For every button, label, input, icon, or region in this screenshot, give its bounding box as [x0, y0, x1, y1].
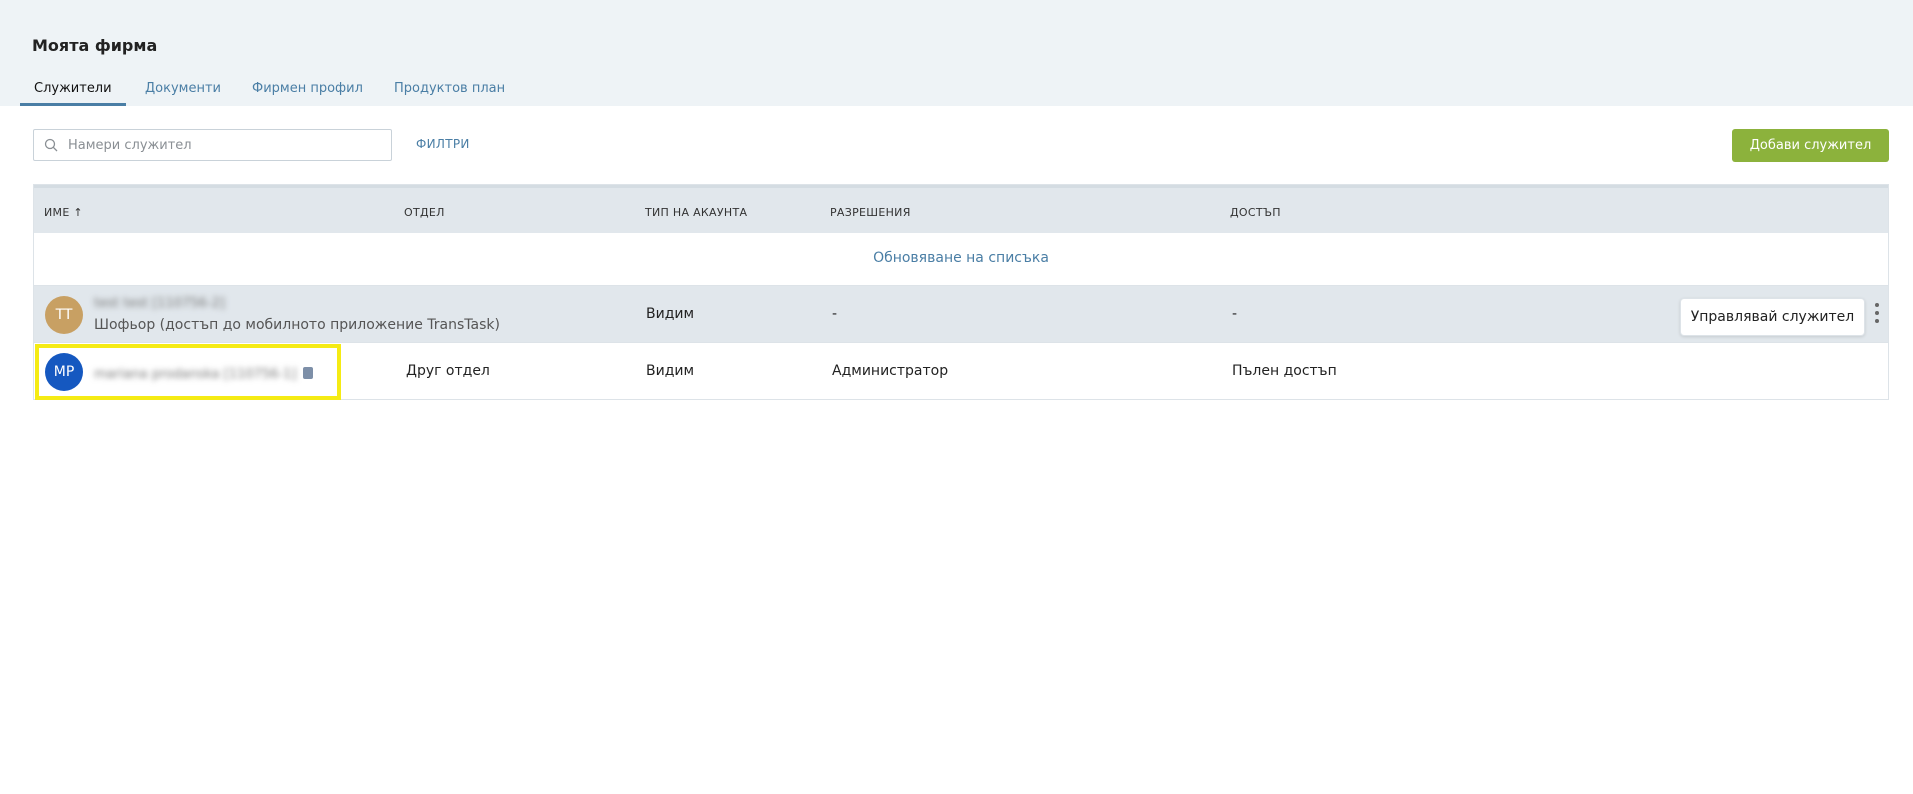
- permissions-cell: Администратор: [832, 363, 949, 379]
- add-employee-button[interactable]: Добави служител: [1732, 129, 1889, 162]
- search-input[interactable]: [68, 134, 383, 156]
- employee-name[interactable]: test test [110756-2]: [94, 296, 225, 311]
- department-cell: Друг отдел: [406, 363, 490, 379]
- refresh-row: Обновяване на списъка: [34, 233, 1888, 286]
- tab-documents[interactable]: Документи: [145, 78, 221, 106]
- search-icon: [44, 138, 58, 152]
- avatar: TT: [45, 296, 83, 334]
- employee-role: Шофьор (достъп до мобилното приложение T…: [94, 317, 500, 333]
- refresh-list-link[interactable]: Обновяване на списъка: [34, 250, 1888, 266]
- admin-badge-icon: [302, 367, 313, 379]
- table-row[interactable]: MP mariana prodanska [110756-1] Друг отд…: [34, 343, 1888, 400]
- table-row[interactable]: TT test test [110756-2] Шофьор (достъп д…: [34, 286, 1888, 343]
- access-cell: -: [1232, 306, 1238, 322]
- tab-company-profile[interactable]: Фирмен профил: [252, 78, 363, 106]
- employees-table: ИМЕ ↑ ОТДЕЛ ТИП НА АКАУНТА РАЗРЕШЕНИЯ ДО…: [33, 184, 1889, 400]
- table-header: ИМЕ ↑ ОТДЕЛ ТИП НА АКАУНТА РАЗРЕШЕНИЯ ДО…: [34, 185, 1888, 233]
- manage-employee-button[interactable]: Управлявай служител: [1680, 298, 1865, 336]
- column-header-access: ДОСТЪП: [1230, 206, 1281, 219]
- permissions-cell: -: [832, 306, 838, 322]
- search-box: [33, 129, 392, 161]
- employee-name[interactable]: mariana prodanska [110756-1]: [94, 367, 297, 382]
- filters-button[interactable]: ФИЛТРИ: [416, 137, 470, 151]
- column-header-name[interactable]: ИМЕ ↑: [44, 206, 83, 219]
- column-header-account-type: ТИП НА АКАУНТА: [645, 206, 748, 219]
- more-options-icon[interactable]: [1872, 303, 1882, 325]
- page-header: Моята фирма Служители Документи Фирмен п…: [0, 0, 1913, 106]
- tab-product-plan[interactable]: Продуктов план: [394, 78, 505, 106]
- employee-name-wrap: mariana prodanska [110756-1]: [94, 363, 313, 382]
- page-title: Моята фирма: [32, 36, 158, 55]
- column-header-department: ОТДЕЛ: [404, 206, 445, 219]
- avatar: MP: [45, 353, 83, 391]
- column-header-permissions: РАЗРЕШЕНИЯ: [830, 206, 911, 219]
- account-type-cell: Видим: [646, 306, 695, 322]
- access-cell: Пълен достъп: [1232, 363, 1337, 379]
- tab-employees[interactable]: Служители: [20, 78, 126, 106]
- account-type-cell: Видим: [646, 363, 695, 379]
